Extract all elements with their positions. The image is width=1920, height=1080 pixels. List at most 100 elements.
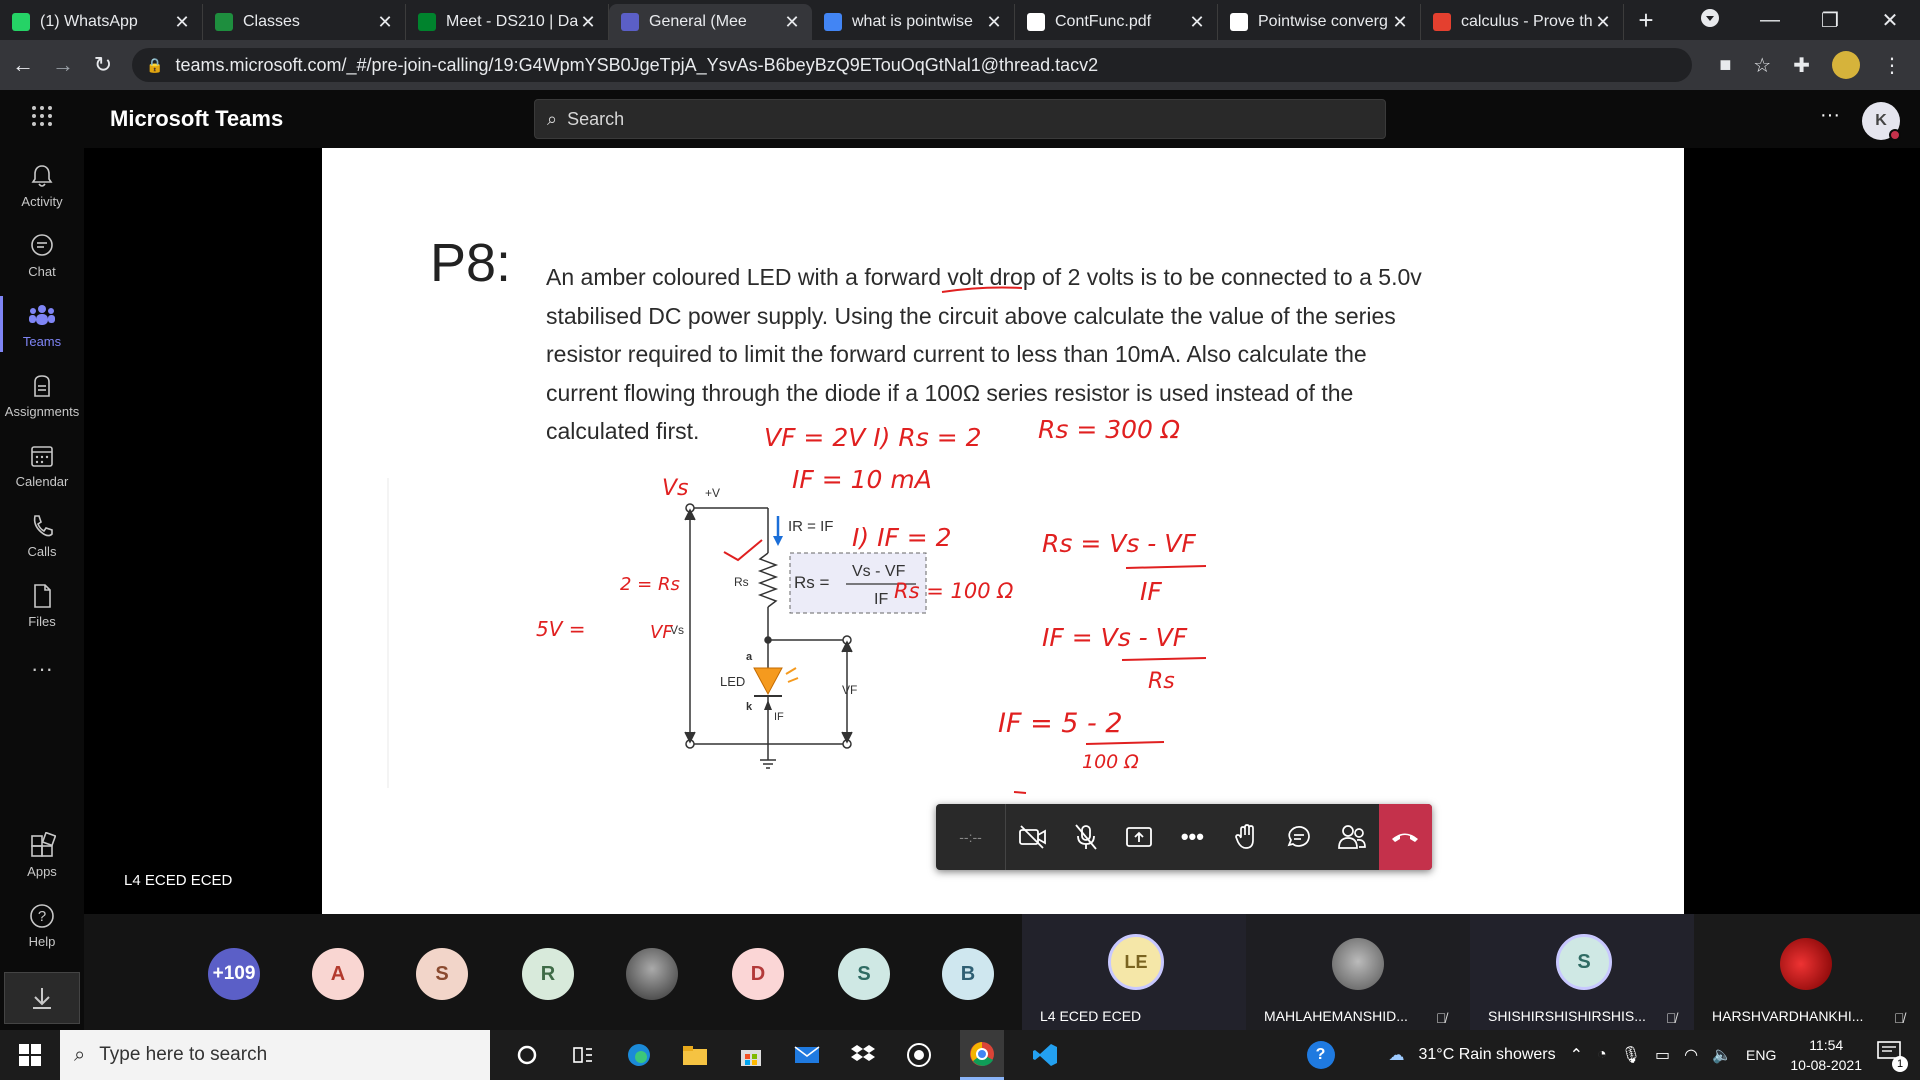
volume-icon[interactable]: 🔈 [1712,1045,1732,1065]
participant-avatar[interactable]: S [838,948,890,1000]
participant-tile[interactable]: HARSHVARDHANKHI... 🎙̸ [1694,914,1920,1030]
handwritten-note: VF [650,622,673,643]
browser-tab[interactable]: Classes ✕ [203,4,406,40]
rail-item-help[interactable]: ? Help [0,902,84,949]
close-tab-icon[interactable]: ✕ [1593,12,1613,33]
participant-tile[interactable]: MAHLAHEMANSHID... 🎙̸ [1246,914,1470,1030]
forward-icon[interactable]: → [46,52,80,78]
rail-item-calendar[interactable]: Calendar [0,442,84,489]
url-field[interactable]: 🔒 teams.microsoft.com/_#/pre-join-callin… [132,48,1692,82]
close-tab-icon[interactable]: ✕ [984,12,1004,33]
participant-tile[interactable]: LE L4 ECED ECED [1022,914,1246,1030]
edge-icon[interactable] [624,1040,654,1070]
bookmark-star-icon[interactable]: ☆ [1753,53,1771,78]
overflow-participants-button[interactable]: +109 [208,948,260,1000]
rail-item-calls[interactable]: Calls [0,512,84,559]
rail-item-chat[interactable]: Chat [0,232,84,279]
start-button[interactable] [0,1044,60,1066]
url-text: teams.microsoft.com/_#/pre-join-calling/… [175,54,1099,75]
rail-item-teams[interactable]: Teams [0,296,84,352]
network-icon[interactable]: ◔ [1597,1046,1607,1064]
handwritten-note: I) IF = 2 [852,523,952,552]
windows-logo-icon [19,1044,41,1066]
leave-call-button[interactable] [1378,804,1433,870]
help-tray-icon[interactable]: ? [1306,1041,1335,1069]
wifi-icon[interactable]: ◠ [1684,1045,1698,1065]
minimize-icon[interactable]: — [1740,9,1800,32]
github-desktop-icon[interactable] [904,1040,934,1070]
notifications-icon[interactable]: 1 [1876,1040,1908,1072]
taskbar-search-input[interactable]: ⌕ Type here to search [60,1030,490,1080]
browser-tab[interactable]: (1) WhatsApp ✕ [0,4,203,40]
notification-count: 1 [1892,1056,1908,1072]
rail-item-activity[interactable]: Activity [0,162,84,209]
language-indicator[interactable]: ENG [1746,1047,1776,1063]
camera-off-button[interactable] [1006,804,1059,870]
share-screen-button[interactable] [1113,804,1166,870]
browser-menu-icon[interactable]: ⋮ [1882,53,1902,78]
close-tab-icon[interactable]: ✕ [1390,12,1410,33]
participant-avatar[interactable]: B [942,948,994,1000]
cortana-icon[interactable] [512,1040,542,1070]
more-actions-button[interactable]: ••• [1166,804,1219,870]
more-options-icon[interactable]: ··· [1820,104,1840,127]
new-tab-button[interactable]: + [1624,0,1668,40]
rail-item-files[interactable]: Files [0,582,84,629]
anode-label: a [746,651,753,663]
mic-tray-icon[interactable]: 🎙 [1621,1045,1641,1065]
browser-tab[interactable]: General (Mee ✕ [609,4,812,40]
close-tab-icon[interactable]: ✕ [782,12,802,33]
participant-avatar[interactable]: S [416,948,468,1000]
battery-icon[interactable]: ▭ [1655,1045,1670,1065]
file-explorer-icon[interactable] [680,1040,710,1070]
participant-avatar[interactable]: D [732,948,784,1000]
formula-denominator: IF [874,591,888,608]
tray-overflow-icon[interactable]: ⌃ [1570,1045,1583,1065]
circuit-wires [684,503,853,769]
tab-search-icon[interactable] [1680,8,1740,33]
participants-button[interactable] [1326,804,1379,870]
app-launcher-icon[interactable] [0,104,84,134]
user-avatar[interactable]: K [1862,102,1901,141]
browser-tab[interactable]: Meet - DS210 | Da ✕ [406,4,609,40]
browser-tab[interactable]: calculus - Prove th ✕ [1421,4,1624,40]
camera-icon[interactable]: ■ [1719,54,1731,77]
close-tab-icon[interactable]: ✕ [172,12,192,33]
restore-icon[interactable]: ❐ [1800,8,1860,33]
close-tab-icon[interactable]: ✕ [375,12,395,33]
participant-avatar[interactable]: R [522,948,574,1000]
browser-tab[interactable]: Pointwise converg ✕ [1218,4,1421,40]
search-input[interactable]: ⌕ Search [534,99,1386,139]
handwritten-note: 100 Ω [1082,751,1139,773]
task-view-icon[interactable] [568,1040,598,1070]
rail-item-apps[interactable]: Apps [0,832,84,879]
browser-tab[interactable]: ContFunc.pdf ✕ [1015,4,1218,40]
extensions-icon[interactable]: ✚ [1793,53,1810,78]
dropbox-icon[interactable] [848,1040,878,1070]
browser-tab[interactable]: what is pointwise ✕ [812,4,1015,40]
chrome-icon[interactable] [960,1030,1004,1080]
participant-tile[interactable]: S SHISHIRSHISHIRSHIS... 🎙̸ [1470,914,1694,1030]
clock[interactable]: 11:54 10-08-2021 [1790,1035,1862,1075]
vscode-icon[interactable] [1030,1040,1060,1070]
reload-icon[interactable]: ↻ [86,52,120,78]
meeting-chat-button[interactable] [1272,804,1325,870]
mail-icon[interactable] [792,1040,822,1070]
rail-item-assignments[interactable]: Assignments [0,372,84,419]
participant-avatar-photo[interactable] [626,948,678,1000]
windows-taskbar: ⌕ Type here to search ? ☁ 31°C Rain show… [0,1030,1920,1080]
close-tab-icon[interactable]: ✕ [1187,12,1207,33]
weather-text[interactable]: 31°C Rain showers [1419,1046,1556,1064]
address-bar: ← → ↻ 🔒 teams.microsoft.com/_#/pre-join-… [0,40,1920,90]
back-icon[interactable]: ← [6,52,40,78]
mic-off-button[interactable] [1059,804,1112,870]
close-window-icon[interactable]: ✕ [1860,8,1920,33]
more-apps-icon[interactable]: ··· [0,656,84,682]
close-tab-icon[interactable]: ✕ [578,12,598,33]
clock-time: 11:54 [1809,1037,1844,1053]
download-icon[interactable] [4,972,80,1024]
profile-avatar[interactable] [1832,51,1860,79]
raise-hand-button[interactable] [1219,804,1272,870]
store-icon[interactable] [736,1040,766,1070]
participant-avatar[interactable]: A [312,948,364,1000]
